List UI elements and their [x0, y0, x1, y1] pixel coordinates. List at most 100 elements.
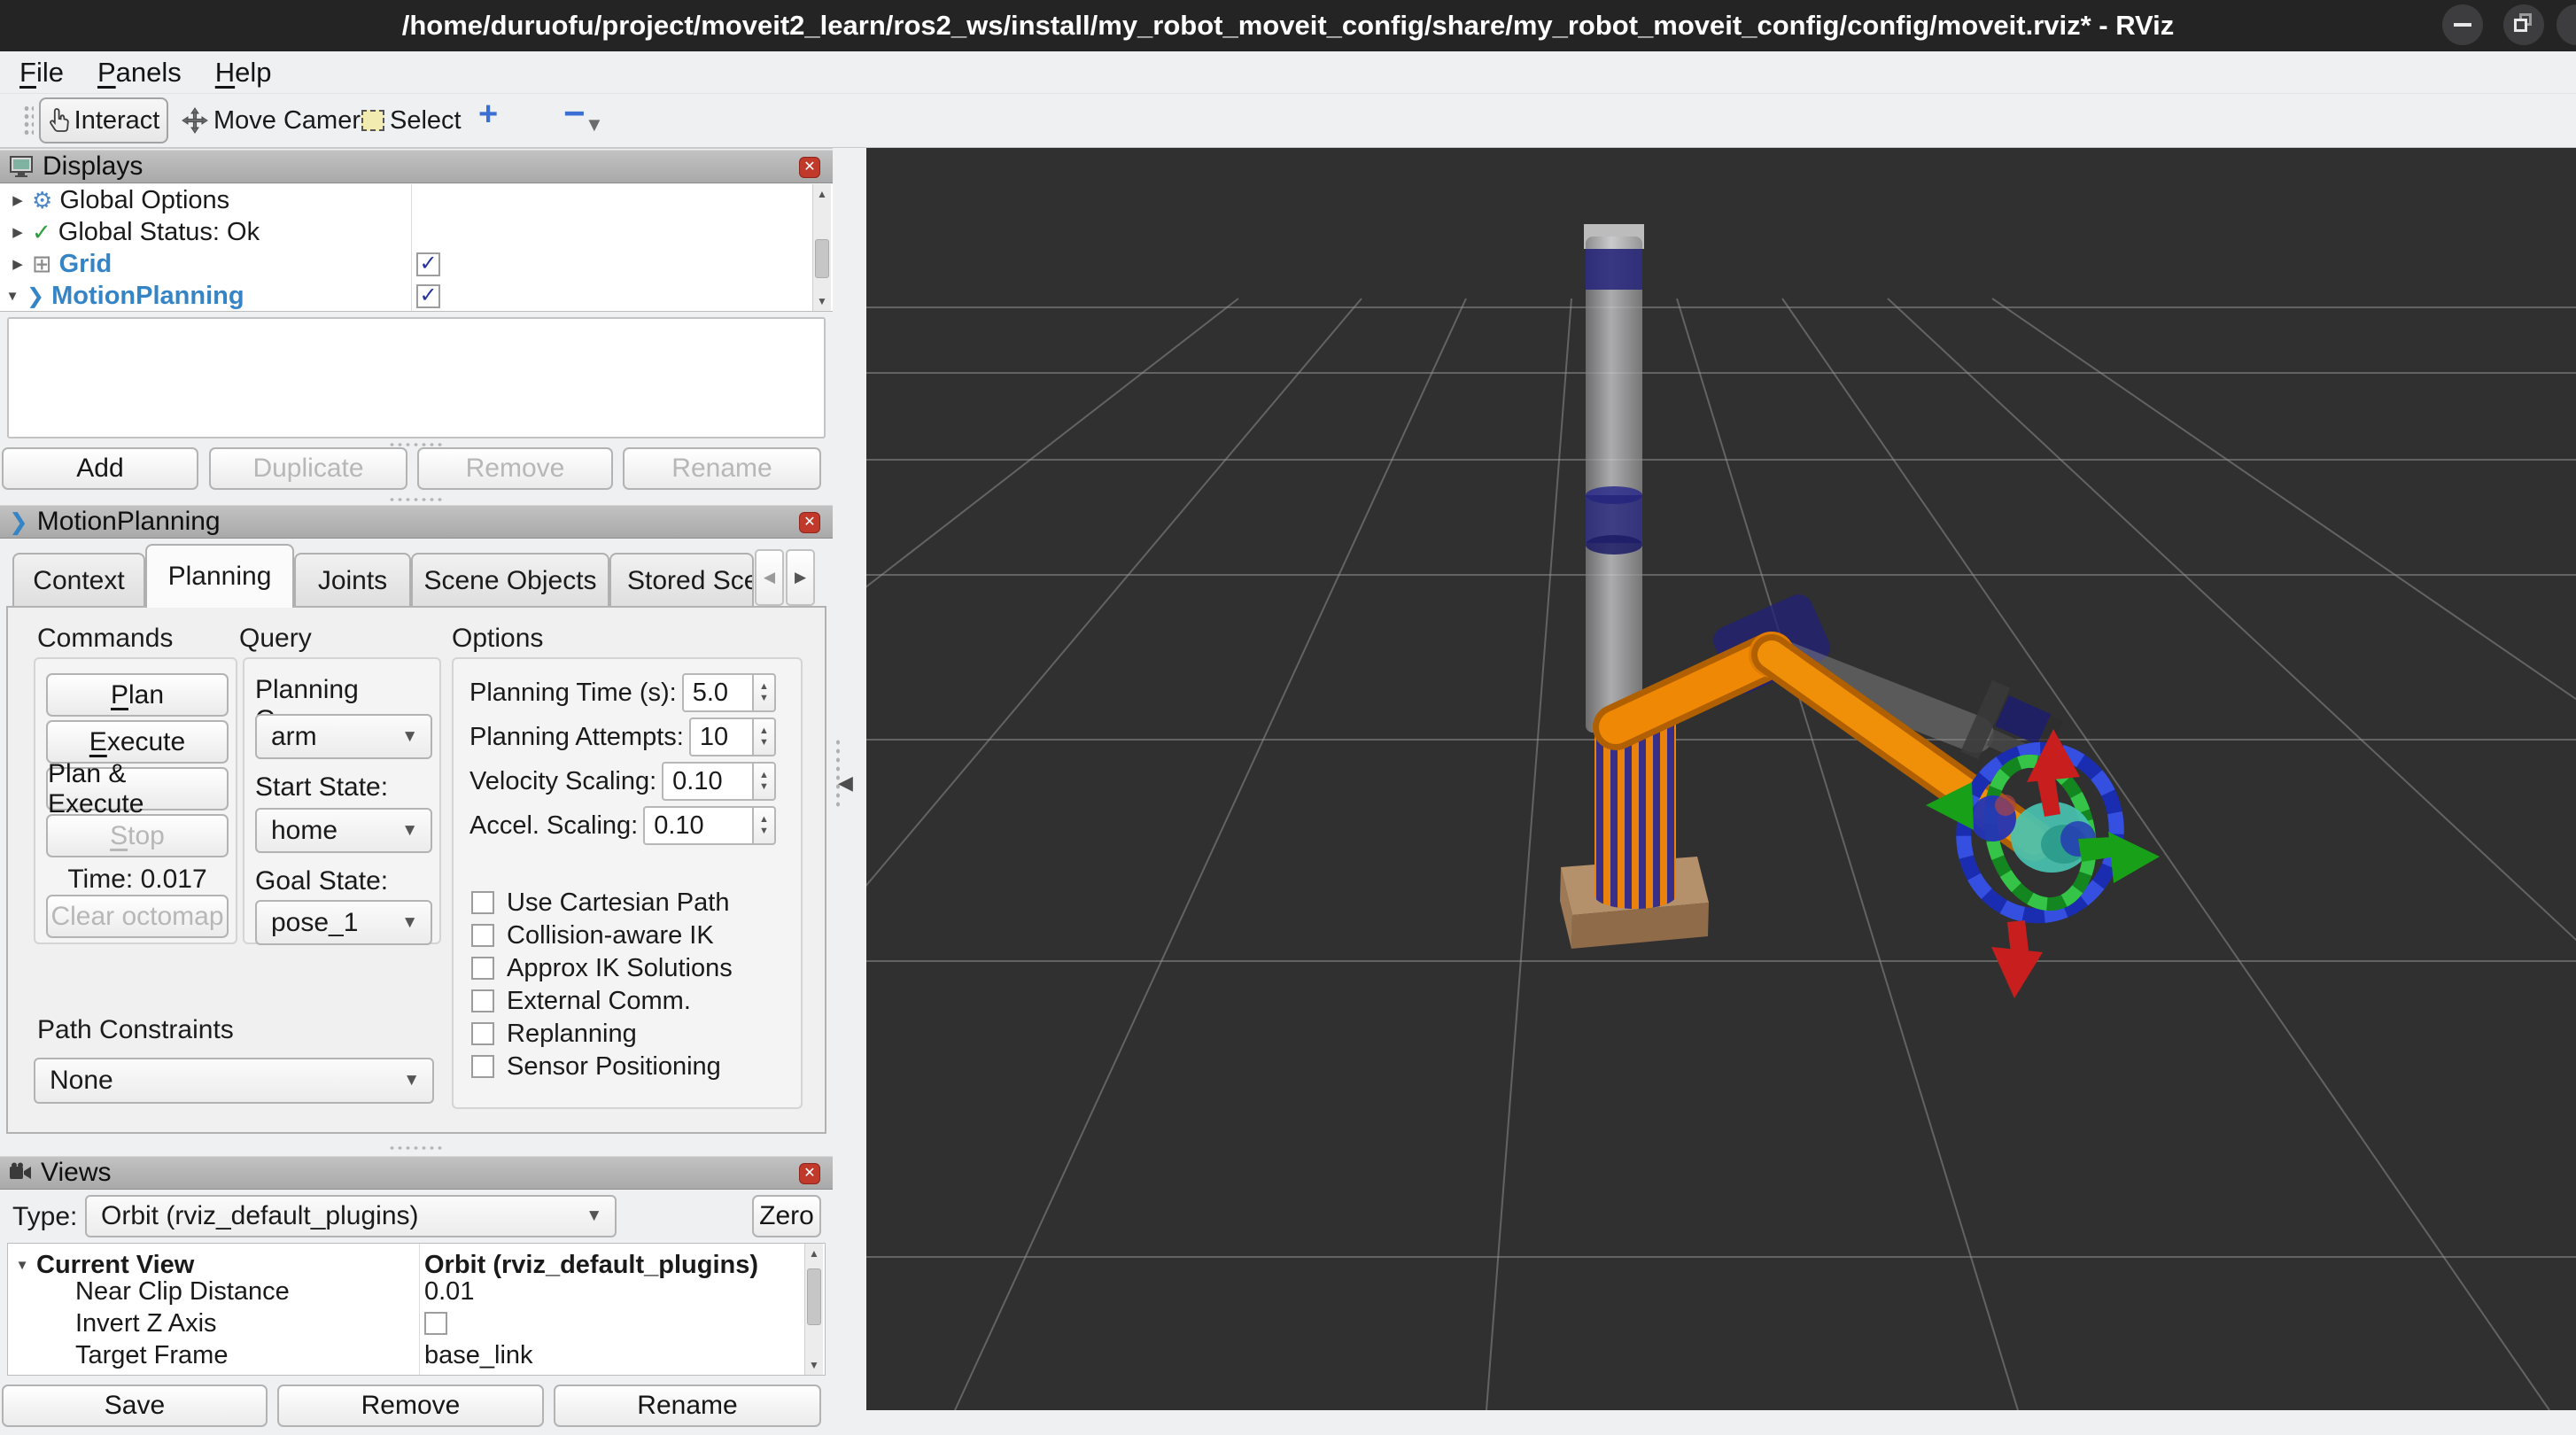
- displays-panel-header[interactable]: Displays ✕: [0, 150, 833, 183]
- views-close-icon[interactable]: ✕: [799, 1163, 820, 1184]
- collision-aware-ik-checkbox[interactable]: [471, 924, 494, 947]
- planning-group-combo[interactable]: arm▼: [255, 714, 432, 759]
- 3d-viewport[interactable]: [866, 148, 2576, 1410]
- expander-icon[interactable]: ▶: [9, 224, 27, 240]
- invert-z-checkbox[interactable]: [424, 1312, 447, 1335]
- add-display-button[interactable]: Add: [2, 447, 198, 490]
- path-constraints-combo[interactable]: None▼: [34, 1058, 434, 1104]
- plan-and-execute-button[interactable]: Plan & Execute: [46, 767, 229, 811]
- tab-planning[interactable]: Planning: [145, 544, 294, 608]
- scrollbar-track[interactable]: [813, 204, 831, 291]
- tree-row-target-frame[interactable]: Target Frame base_link: [8, 1339, 825, 1371]
- tree-row-near-clip[interactable]: Near Clip Distance 0.01: [8, 1276, 825, 1307]
- row-value[interactable]: 0.01: [424, 1277, 474, 1307]
- tree-row-global-status[interactable]: ▶ ✓ Global Status: Ok: [0, 216, 833, 248]
- grid-enabled-checkbox[interactable]: ✓: [416, 252, 440, 276]
- clear-octomap-button[interactable]: Clear octomap: [46, 895, 229, 938]
- expander-icon[interactable]: ▶: [9, 192, 27, 208]
- collapse-panel-icon[interactable]: ◀: [838, 772, 853, 795]
- tab-scroll-right-button[interactable]: ▶: [786, 549, 815, 606]
- tab-context[interactable]: Context: [12, 553, 145, 608]
- tab-scroll-left-button[interactable]: ◀: [755, 549, 784, 606]
- duplicate-display-button[interactable]: Duplicate: [209, 447, 407, 490]
- scrollbar-track[interactable]: [805, 1263, 823, 1355]
- views-panel-header[interactable]: Views ✕: [0, 1156, 833, 1190]
- tab-joints[interactable]: Joints: [294, 553, 411, 608]
- tool-dropdown-caret-icon[interactable]: ▼: [585, 113, 604, 136]
- interact-tool-button[interactable]: Interact: [39, 97, 168, 144]
- panel-splitter-handle[interactable]: [388, 496, 445, 503]
- expander-icon[interactable]: ▼: [4, 289, 21, 304]
- start-state-combo[interactable]: home▼: [255, 808, 432, 853]
- tree-row-grid[interactable]: ▶ ⊞ Grid ✓: [0, 248, 833, 280]
- panel-splitter-handle[interactable]: [388, 1144, 445, 1152]
- motionplanning-panel-header[interactable]: ❯ MotionPlanning ✕: [0, 505, 833, 539]
- accel-scaling-row: Accel. Scaling: 0.10 ▲▼: [469, 806, 776, 845]
- remove-display-button[interactable]: Remove: [417, 447, 613, 490]
- tree-row-invert-z[interactable]: Invert Z Axis: [8, 1307, 825, 1339]
- select-tool-button[interactable]: Select: [361, 99, 462, 142]
- zero-button[interactable]: Zero: [752, 1195, 821, 1237]
- use-cartesian-path-option[interactable]: Use Cartesian Path: [471, 888, 729, 918]
- panel-viewport-splitter[interactable]: ◀: [833, 148, 866, 1410]
- rename-view-button[interactable]: Rename: [554, 1385, 821, 1427]
- query-group: Planning Group: arm▼ Start State: home▼ …: [243, 657, 441, 944]
- external-comm-checkbox[interactable]: [471, 989, 494, 1012]
- sensor-positioning-checkbox[interactable]: [471, 1055, 494, 1078]
- toolbar-grip-handle[interactable]: [23, 105, 34, 138]
- accel-scaling-input[interactable]: 0.10: [643, 806, 752, 845]
- sensor-positioning-option[interactable]: Sensor Positioning: [471, 1051, 721, 1082]
- scrollbar-thumb[interactable]: [815, 239, 829, 278]
- expander-icon[interactable]: ▼: [13, 1258, 31, 1273]
- minimize-button[interactable]: [2442, 4, 2483, 45]
- scroll-down-icon[interactable]: ▼: [813, 291, 832, 311]
- motionplanning-enabled-checkbox[interactable]: ✓: [416, 284, 440, 308]
- planning-time-stepper[interactable]: ▲▼: [752, 673, 776, 712]
- planning-attempts-input[interactable]: 10: [689, 718, 752, 756]
- velocity-scaling-input[interactable]: 0.10: [662, 762, 752, 801]
- velocity-scaling-stepper[interactable]: ▲▼: [752, 762, 776, 801]
- scroll-down-icon[interactable]: ▼: [805, 1355, 824, 1375]
- rename-display-button[interactable]: Rename: [623, 447, 821, 490]
- expander-icon[interactable]: ▶: [9, 256, 27, 272]
- remove-tool-button[interactable]: −: [563, 92, 586, 135]
- accel-scaling-stepper[interactable]: ▲▼: [752, 806, 776, 845]
- use-cartesian-path-checkbox[interactable]: [471, 891, 494, 914]
- menu-file[interactable]: File: [19, 57, 64, 89]
- approx-ik-solutions-option[interactable]: Approx IK Solutions: [471, 953, 733, 983]
- collision-aware-ik-option[interactable]: Collision-aware IK: [471, 920, 714, 950]
- scrollbar-thumb[interactable]: [807, 1268, 821, 1325]
- row-value[interactable]: base_link: [424, 1341, 533, 1370]
- scroll-up-icon[interactable]: ▲: [813, 184, 832, 204]
- add-tool-button[interactable]: +: [478, 96, 498, 134]
- stop-button[interactable]: Stop: [46, 814, 229, 857]
- view-type-combo[interactable]: Orbit (rviz_default_plugins)▼: [85, 1195, 617, 1237]
- remove-view-button[interactable]: Remove: [277, 1385, 544, 1427]
- views-scrollbar[interactable]: ▲ ▼: [804, 1244, 823, 1375]
- maximize-button[interactable]: [2503, 4, 2544, 45]
- tree-row-motionplanning[interactable]: ▼ ❯ MotionPlanning ✓: [0, 280, 833, 312]
- save-view-button[interactable]: Save: [2, 1385, 268, 1427]
- goal-state-combo[interactable]: pose_1▼: [255, 900, 432, 945]
- motionplanning-close-icon[interactable]: ✕: [799, 512, 820, 533]
- replanning-checkbox[interactable]: [471, 1022, 494, 1045]
- plan-button[interactable]: Plan: [46, 673, 229, 717]
- displays-close-icon[interactable]: ✕: [799, 157, 820, 178]
- displays-scrollbar[interactable]: ▲ ▼: [812, 184, 831, 311]
- views-panel-title: Views: [41, 1158, 111, 1188]
- ground-grid: [866, 299, 2576, 1410]
- scroll-up-icon[interactable]: ▲: [805, 1244, 824, 1263]
- planning-time-input[interactable]: 5.0: [682, 673, 752, 712]
- tree-row-global-options[interactable]: ▶ ⚙ Global Options: [0, 184, 833, 216]
- tab-scene-objects[interactable]: Scene Objects: [411, 553, 609, 608]
- planning-attempts-stepper[interactable]: ▲▼: [752, 718, 776, 756]
- menu-panels[interactable]: Panels: [97, 57, 182, 89]
- menu-help[interactable]: Help: [215, 57, 272, 89]
- replanning-option[interactable]: Replanning: [471, 1019, 637, 1049]
- approx-ik-solutions-checkbox[interactable]: [471, 957, 494, 980]
- gear-icon: ⚙: [32, 187, 52, 214]
- tab-stored-scenes[interactable]: Stored Sce: [609, 553, 754, 608]
- external-comm-option[interactable]: External Comm.: [471, 986, 691, 1016]
- move-camera-tool-button[interactable]: Move Camera: [182, 99, 375, 142]
- execute-button[interactable]: Execute: [46, 720, 229, 764]
